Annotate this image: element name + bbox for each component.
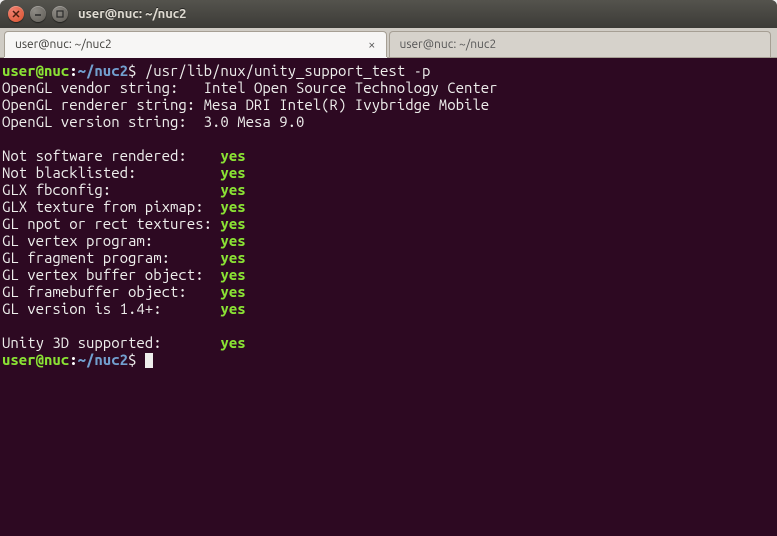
window-title: user@nuc: ~/nuc2 xyxy=(78,7,187,21)
maximize-icon[interactable] xyxy=(52,6,68,22)
summary-result: yes xyxy=(220,334,245,351)
check-label: Not software rendered: xyxy=(2,147,212,164)
check-label: GLX texture from pixmap: xyxy=(2,198,212,215)
check-label: GL npot or rect textures: xyxy=(2,215,212,232)
check-result: yes xyxy=(220,198,245,215)
prompt-userhost: user@nuc xyxy=(2,62,69,79)
tab-bar: user@nuc: ~/nuc2 × user@nuc: ~/nuc2 xyxy=(0,28,777,58)
cursor-icon xyxy=(145,353,153,368)
terminal-window: user@nuc: ~/nuc2 user@nuc: ~/nuc2 × user… xyxy=(0,0,777,536)
check-label: GL framebuffer object: xyxy=(2,283,212,300)
info-value: Intel Open Source Technology Center xyxy=(204,79,498,96)
prompt-symbol: $ xyxy=(128,62,136,79)
info-value: 3.0 Mesa 9.0 xyxy=(204,113,305,130)
info-label: OpenGL renderer string: xyxy=(2,96,195,113)
check-result: yes xyxy=(220,147,245,164)
check-result: yes xyxy=(220,232,245,249)
info-value: Mesa DRI Intel(R) Ivybridge Mobile xyxy=(204,96,498,113)
tab-label: user@nuc: ~/nuc2 xyxy=(400,38,761,51)
check-result: yes xyxy=(220,283,245,300)
command-text: /usr/lib/nux/unity_support_test -p xyxy=(145,62,431,79)
close-icon[interactable] xyxy=(8,6,24,22)
close-tab-icon[interactable]: × xyxy=(368,38,375,52)
check-label: GL version is 1.4+: xyxy=(2,300,212,317)
info-label: OpenGL vendor string: xyxy=(2,79,195,96)
check-result: yes xyxy=(220,249,245,266)
check-result: yes xyxy=(220,181,245,198)
info-label: OpenGL version string: xyxy=(2,113,195,130)
tab-label: user@nuc: ~/nuc2 xyxy=(15,38,360,51)
terminal-tab-active[interactable]: user@nuc: ~/nuc2 × xyxy=(4,31,387,57)
terminal-tab-inactive[interactable]: user@nuc: ~/nuc2 xyxy=(389,31,772,57)
check-label: GLX fbconfig: xyxy=(2,181,212,198)
prompt-path: ~/nuc2 xyxy=(78,62,128,79)
check-label: GL vertex program: xyxy=(2,232,212,249)
titlebar[interactable]: user@nuc: ~/nuc2 xyxy=(0,0,777,28)
summary-label: Unity 3D supported: xyxy=(2,334,212,351)
check-label: GL fragment program: xyxy=(2,249,212,266)
check-result: yes xyxy=(220,164,245,181)
minimize-icon[interactable] xyxy=(30,6,46,22)
check-result: yes xyxy=(220,300,245,317)
check-label: Not blacklisted: xyxy=(2,164,212,181)
prompt-sep: : xyxy=(69,351,77,368)
check-label: GL vertex buffer object: xyxy=(2,266,212,283)
check-result: yes xyxy=(220,215,245,232)
terminal-output[interactable]: user@nuc:~/nuc2$ /usr/lib/nux/unity_supp… xyxy=(0,58,777,536)
prompt-sep: : xyxy=(69,62,77,79)
prompt-userhost: user@nuc xyxy=(2,351,69,368)
prompt-symbol: $ xyxy=(128,351,136,368)
prompt-path: ~/nuc2 xyxy=(78,351,128,368)
check-result: yes xyxy=(220,266,245,283)
